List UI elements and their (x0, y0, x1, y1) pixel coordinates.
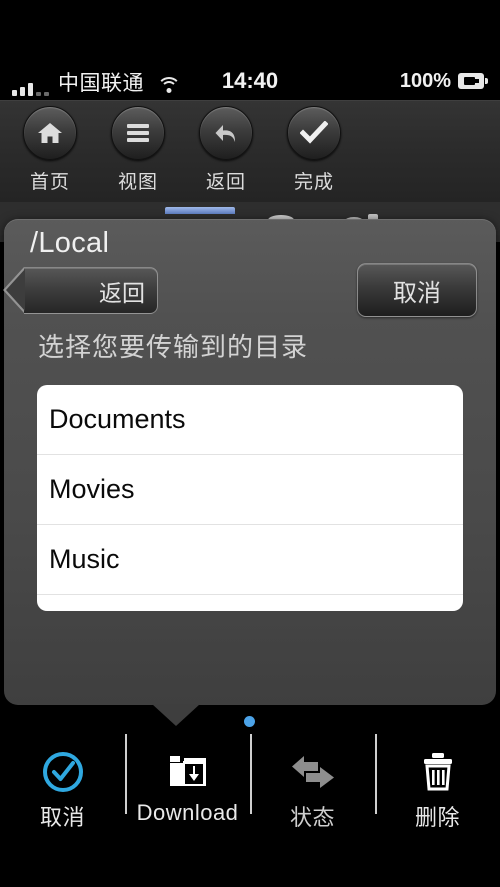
background-file-thumbnail (165, 207, 235, 214)
bottom-button-cancel[interactable]: 取消 (0, 738, 125, 887)
toolbar-label-back: 返回 (205, 172, 246, 193)
list-item-label: Music (49, 544, 120, 574)
bottom-button-delete[interactable]: 删除 (375, 734, 500, 887)
bottom-label-cancel: 取消 (39, 805, 85, 830)
toolbar-button-done[interactable]: 完成 (270, 100, 358, 194)
status-bar-clock: 14:40 (221, 68, 279, 93)
page-indicator-dot[interactable] (244, 716, 255, 727)
status-bar: 中国联通 14:40 100% (0, 62, 500, 100)
bottom-button-status[interactable]: 状态 (250, 734, 375, 887)
folder-download-icon (166, 748, 210, 796)
directory-list[interactable]: Documents Movies Music (37, 385, 463, 611)
list-item-label: Movies (49, 474, 135, 504)
popover-back-button[interactable]: 返回 (3, 267, 158, 314)
bottom-button-download[interactable]: Download (125, 734, 250, 887)
bottom-toolbar: 取消 Download 状态 删除 (0, 734, 500, 887)
toolbar-button-home[interactable]: 首页 (6, 100, 94, 194)
toolbar-label-home: 首页 (29, 172, 70, 193)
popover-tail (152, 704, 200, 726)
list-view-icon (111, 106, 165, 160)
popover-cancel-label: 取消 (393, 279, 441, 307)
toolbar-label-view: 视图 (117, 172, 158, 193)
undo-arrow-icon (199, 106, 253, 160)
top-toolbar: 首页 视图 返回 完成 (0, 100, 500, 202)
home-icon (23, 106, 77, 160)
directory-picker-popover: /Local 返回 取消 选择您要传输到的目录 Documents Movies… (3, 219, 496, 705)
popover-path-title: /Local (30, 227, 110, 259)
popover-cancel-button[interactable]: 取消 (357, 263, 477, 317)
list-item-label: Documents (49, 404, 186, 434)
toolbar-button-view[interactable]: 视图 (94, 100, 182, 194)
checkmark-icon (287, 106, 341, 160)
list-item-empty (37, 595, 463, 611)
popover-prompt-text: 选择您要传输到的目录 (38, 332, 309, 362)
battery-charging-icon (458, 73, 488, 89)
toolbar-label-done: 完成 (293, 172, 334, 193)
bottom-label-download: Download (136, 800, 239, 825)
bottom-label-status: 状态 (289, 805, 335, 830)
bottom-label-delete: 删除 (414, 805, 460, 830)
transfer-arrows-icon (290, 748, 336, 796)
circle-check-icon (41, 748, 85, 796)
list-item[interactable]: Music (37, 525, 463, 595)
list-item[interactable]: Documents (37, 385, 463, 455)
trash-icon (419, 748, 457, 796)
popover-back-label: 返回 (99, 279, 145, 306)
top-toolbar-items: 首页 视图 返回 完成 (0, 100, 500, 194)
phone-screen: 中国联通 14:40 100% 首页 视图 返回 完成 /Local 返回 取消… (0, 0, 500, 887)
list-item[interactable]: Movies (37, 455, 463, 525)
toolbar-button-back[interactable]: 返回 (182, 100, 270, 194)
